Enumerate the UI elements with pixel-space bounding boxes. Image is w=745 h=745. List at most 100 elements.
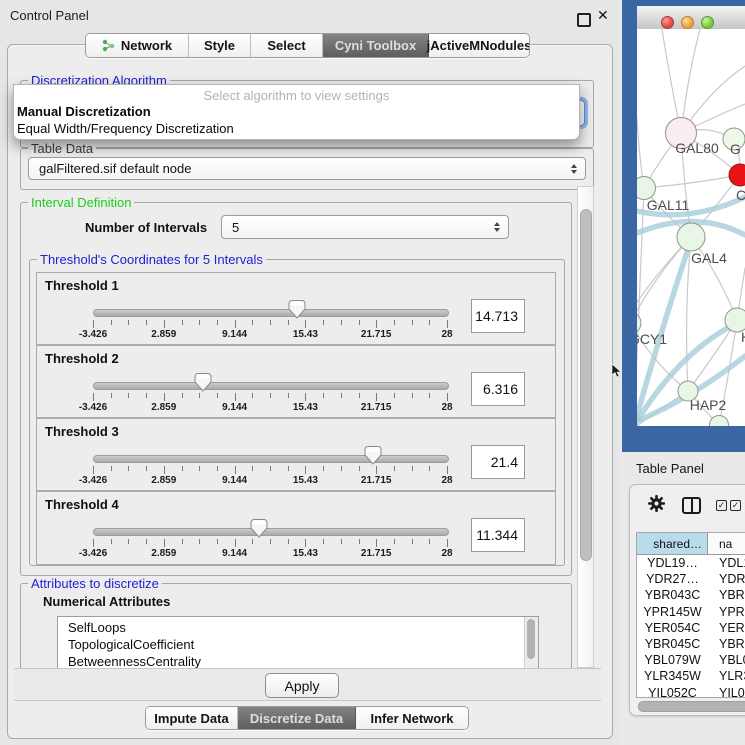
threshold-value-field[interactable]: 21.4 (471, 445, 525, 479)
slider-track[interactable] (93, 455, 449, 463)
slider-tick (270, 393, 271, 398)
interval-definition-group: Interval Definition Number of Intervals … (20, 202, 572, 576)
network-canvas[interactable]: GAL80GCGAL11GAL4GCY1HHAP2 (637, 29, 745, 426)
slider-track[interactable] (93, 309, 449, 317)
cell-name[interactable]: YBR0 (708, 588, 745, 602)
cell-name[interactable]: YER0 (708, 621, 745, 635)
slider-track[interactable] (93, 528, 449, 536)
slider-tick (429, 393, 430, 398)
table-row[interactable]: YER054CYER0 (637, 620, 745, 636)
table-row[interactable]: YBR045CYBR0 (637, 636, 745, 652)
tab-jactivemnodules[interactable]: jActiveMNodules (429, 34, 529, 57)
close-traffic-light[interactable] (661, 16, 674, 29)
cell-name[interactable]: YPR1 (708, 605, 745, 619)
table-row[interactable]: YBR043CYBR0 (637, 587, 745, 603)
cell-shared-name[interactable]: YLR345W (637, 669, 708, 683)
tab-infer-network[interactable]: Infer Network (356, 707, 468, 729)
cell-name[interactable]: YIL0 (708, 686, 745, 698)
list-item[interactable]: SelfLoops (68, 620, 126, 637)
tick-label: 28 (417, 329, 477, 340)
tab-network[interactable]: Network (86, 34, 189, 57)
slider-thumb[interactable] (194, 373, 212, 392)
slider-tick (146, 539, 147, 544)
slider-tick (235, 320, 236, 328)
gear-icon[interactable] (647, 494, 666, 513)
network-node[interactable] (710, 416, 729, 427)
checkbox-checked-icon[interactable] (716, 500, 727, 511)
close-icon[interactable]: ✕ (597, 7, 609, 24)
slider-tick (447, 539, 448, 547)
cell-shared-name[interactable]: YDL19… (637, 556, 708, 570)
slider-tick (376, 539, 377, 547)
cell-name[interactable]: YLR3 (708, 669, 745, 683)
cell-shared-name[interactable]: YER054C (637, 621, 708, 635)
cell-shared-name[interactable]: YBL079W (637, 653, 708, 667)
list-item[interactable]: TopologicalCoefficient (68, 637, 194, 654)
slider-tick (182, 466, 183, 471)
apply-button[interactable]: Apply (265, 673, 339, 698)
scrollbar-thumb[interactable] (638, 701, 745, 712)
float-window-icon[interactable] (577, 13, 591, 27)
slider-thumb[interactable] (364, 446, 382, 465)
tab-cyni-toolbox[interactable]: Cyni Toolbox (323, 34, 429, 57)
panel-scrollbar[interactable] (577, 186, 594, 668)
slider-thumb[interactable] (250, 519, 268, 538)
slider-tick (305, 466, 306, 474)
cell-name[interactable]: YDR2 (708, 572, 745, 586)
checkbox-checked-icon[interactable] (730, 500, 741, 511)
table-data-combobox[interactable]: galFiltered.sif default node (28, 157, 586, 180)
minimize-traffic-light[interactable] (681, 16, 694, 29)
attribute-list[interactable]: SelfLoopsTopologicalCoefficientBetweenne… (57, 616, 539, 668)
cell-shared-name[interactable]: YBR045C (637, 637, 708, 651)
scrollbar-thumb[interactable] (580, 209, 592, 561)
slider-tick (128, 320, 129, 325)
table-row[interactable]: YBL079WYBL0 (637, 652, 745, 668)
slider-tick (394, 320, 395, 325)
cell-shared-name[interactable]: YDR27… (637, 572, 708, 586)
tick-label: 21.715 (346, 329, 406, 340)
slider-tick (429, 320, 430, 325)
column-header-shared-name[interactable]: shared… (637, 533, 708, 554)
tick-label: 21.715 (346, 475, 406, 486)
zoom-traffic-light[interactable] (701, 16, 714, 29)
dropdown-option[interactable]: Manual Discretization (17, 104, 576, 120)
tab-style[interactable]: Style (189, 34, 251, 57)
network-window-titlebar[interactable] (637, 6, 745, 30)
cell-shared-name[interactable]: YIL052C (637, 686, 708, 698)
table-row[interactable]: YPR145WYPR1 (637, 604, 745, 620)
scrollbar-thumb[interactable] (527, 619, 535, 659)
tab-select[interactable]: Select (251, 34, 323, 57)
table-row[interactable]: YDR27…YDR2 (637, 571, 745, 587)
tab-discretize-data[interactable]: Discretize Data (238, 707, 356, 729)
list-item[interactable]: BetweennessCentrality (68, 654, 201, 668)
table-row[interactable]: YIL052CYIL0 (637, 685, 745, 699)
cell-shared-name[interactable]: YPR145W (637, 605, 708, 619)
split-view-icon[interactable] (682, 497, 701, 514)
slider-tick (128, 466, 129, 471)
threshold-value-field[interactable]: 11.344 (471, 518, 525, 552)
table-hscrollbar[interactable] (638, 701, 745, 710)
list-scrollbar[interactable] (524, 617, 538, 668)
slider-track[interactable] (93, 382, 449, 390)
cell-name[interactable]: YDL1 (708, 556, 745, 570)
network-node-gal4[interactable] (677, 223, 705, 251)
cell-shared-name[interactable]: YBR043C (637, 588, 708, 602)
threshold-value-field[interactable]: 14.713 (471, 299, 525, 333)
tick-label: -3.426 (63, 329, 123, 340)
table-row[interactable]: YDL19…YDL1 (637, 555, 745, 571)
slider-thumb[interactable] (288, 300, 306, 319)
slider-tick (111, 466, 112, 471)
table-row[interactable]: YLR345WYLR3 (637, 668, 745, 684)
table-data-group: Table Data galFiltered.sif default node (20, 148, 594, 190)
dropdown-option[interactable]: Equal Width/Frequency Discretization (17, 121, 576, 137)
number-of-intervals-combobox[interactable]: 5 (221, 215, 509, 239)
table-panel: shared… na YDL19…YDL1YDR27…YDR2YBR043CYB… (629, 484, 745, 716)
column-header-name[interactable]: na (708, 533, 745, 554)
threshold-label: Threshold 2 (45, 351, 119, 366)
cell-name[interactable]: YBR0 (708, 637, 745, 651)
slider-tick (252, 539, 253, 544)
threshold-value-field[interactable]: 6.316 (471, 372, 525, 406)
cell-name[interactable]: YBL0 (708, 653, 745, 667)
apply-strip: Apply (14, 668, 601, 701)
tab-impute-data[interactable]: Impute Data (146, 707, 238, 729)
